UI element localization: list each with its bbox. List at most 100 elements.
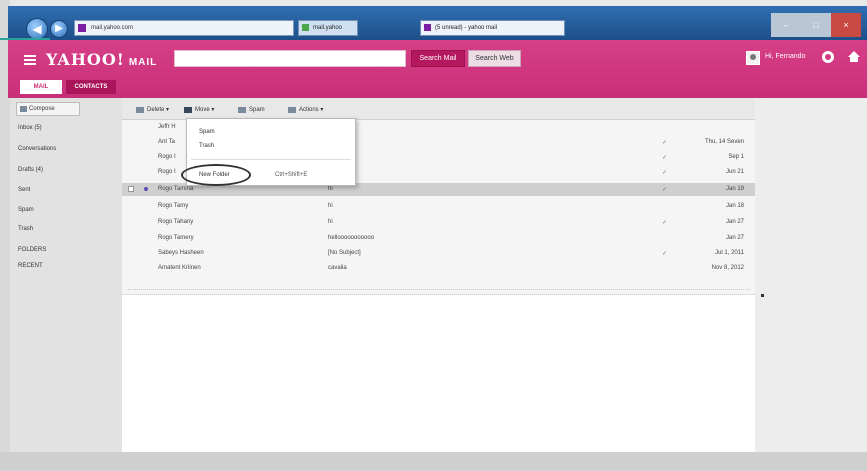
sidebar-item-trash[interactable]: Trash — [18, 226, 33, 232]
sidebar-item-sent[interactable]: Sent — [18, 187, 30, 193]
menu-item-trash[interactable]: Trash — [199, 143, 214, 149]
email-row[interactable]: Rogo Tahany hi ✓ Jan 27 — [122, 216, 755, 229]
tab-mail[interactable]: MAIL — [20, 80, 62, 94]
browser-tab-label: mail.yahoo — [313, 25, 343, 31]
sidebar-section-recent[interactable]: RECENT — [18, 263, 43, 269]
minimize-button[interactable]: – — [771, 13, 801, 37]
yahoo-tab-icon — [424, 24, 431, 31]
attachment-icon: ✓ — [662, 140, 668, 146]
move-label: Move — [195, 107, 210, 113]
email-subject: hellooooooooooo — [328, 235, 375, 241]
window-controls: – □ × — [771, 13, 861, 37]
email-row[interactable]: Sabeys Hasheen [No Subject] ✓ Jul 1, 201… — [122, 247, 755, 260]
delete-button[interactable]: Delete ▾ — [136, 104, 169, 116]
username[interactable]: Hi, Fernando — [765, 53, 805, 60]
address-text: mail.yahoo.com — [91, 25, 134, 31]
email-date: Jan 27 — [725, 219, 744, 225]
folder-icon — [184, 107, 192, 113]
mail-toolbar: Delete ▾ Move ▾ Spam Actions ▾ — [122, 98, 755, 120]
attachment-icon: ✓ — [662, 187, 668, 193]
attachment-icon: ✓ — [662, 155, 668, 161]
email-sender: Rogo Tamy — [158, 203, 189, 209]
email-sender: Ant Ta — [158, 139, 175, 145]
email-date: Jul 1, 2011 — [715, 250, 744, 256]
attachment-icon: ✓ — [662, 251, 668, 257]
unread-dot-icon — [144, 187, 148, 191]
screen: ◀ ▶ mail.yahoo.com mail.yahoo (5 unread)… — [0, 0, 867, 471]
email-subject: hi — [328, 219, 333, 225]
trash-icon — [136, 107, 144, 113]
browser-tab-2[interactable]: (5 unread) - yahoo mail — [420, 20, 565, 36]
compose-label: Compose — [29, 106, 55, 112]
sidebar-section-folders[interactable]: FOLDERS — [18, 247, 46, 253]
email-row[interactable]: Rogo Tamery hellooooooooooo Jan 27 — [122, 232, 755, 245]
actions-label: Actions — [299, 107, 319, 113]
photo-frame-bottom — [0, 452, 867, 471]
sidebar-item-conversations[interactable]: Conversations — [18, 146, 56, 152]
browser-tab-label: (5 unread) - yahoo mail — [435, 25, 498, 31]
delete-label: Delete — [147, 107, 165, 113]
spam-icon — [238, 107, 246, 113]
bullet-icon — [761, 294, 764, 297]
search-web-button[interactable]: Search Web — [468, 50, 521, 67]
email-date: Jun 21 — [725, 169, 744, 175]
home-icon[interactable] — [848, 51, 860, 62]
email-sender: Rogo Tamery — [158, 235, 194, 241]
spam-button[interactable]: Spam — [238, 104, 265, 116]
sidebar: Compose Inbox (5) Conversations Drafts (… — [10, 98, 122, 452]
search-input[interactable] — [174, 50, 406, 67]
compose-button[interactable]: Compose — [16, 102, 80, 116]
logo-suffix: MAIL — [128, 57, 158, 68]
email-date: Jan 18 — [725, 203, 744, 209]
menu-divider — [191, 159, 351, 160]
pencil-icon — [20, 106, 27, 112]
email-date: Sep 1 — [728, 154, 744, 160]
search-mail-button[interactable]: Search Mail — [411, 50, 465, 67]
email-row[interactable]: Rogo Tamy hi Jan 18 — [122, 200, 755, 213]
menu-item-spam[interactable]: Spam — [199, 129, 215, 135]
sidebar-item-drafts[interactable]: Drafts (4) — [18, 167, 43, 173]
tab-icon — [302, 24, 309, 31]
maximize-button[interactable]: □ — [801, 13, 831, 37]
yahoo-favicon-icon — [78, 24, 86, 32]
close-button[interactable]: × — [831, 13, 861, 37]
logo-text: YAHOO! — [46, 50, 125, 69]
email-sender: Jeffr H — [158, 124, 176, 130]
highlight-circle — [181, 164, 251, 186]
row-checkbox[interactable] — [128, 186, 134, 192]
avatar[interactable] — [746, 51, 760, 65]
email-date: Jan 19 — [725, 186, 744, 192]
spam-label: Spam — [249, 107, 265, 113]
email-date: Thu, 14 Seven — [704, 139, 744, 145]
email-row[interactable]: Amatent Kriinen cavalia Nov 8, 2012 — [122, 262, 755, 275]
email-date: Jan 27 — [725, 235, 744, 241]
back-arrow-icon[interactable]: ◀ — [26, 18, 48, 40]
email-sender: Rogo Tahany — [158, 219, 194, 225]
actions-icon — [288, 107, 296, 113]
email-subject: cavalia — [328, 265, 347, 271]
gear-icon[interactable] — [822, 51, 834, 63]
new-folder-shortcut: Ctrl+Shift+E — [275, 172, 308, 178]
sidebar-item-inbox[interactable]: Inbox (5) — [18, 125, 42, 131]
attachment-icon: ✓ — [662, 220, 668, 226]
attachment-icon: ✓ — [662, 170, 668, 176]
sidebar-item-spam[interactable]: Spam — [18, 207, 34, 213]
email-subject: [No Subject] — [328, 250, 361, 256]
forward-arrow-icon[interactable]: ▶ — [50, 20, 68, 38]
browser-tab-1[interactable]: mail.yahoo — [298, 20, 358, 36]
tab-contacts[interactable]: CONTACTS — [66, 80, 116, 94]
address-bar[interactable]: mail.yahoo.com — [74, 20, 294, 36]
browser-toolbar: ◀ ▶ mail.yahoo.com mail.yahoo (5 unread)… — [8, 6, 867, 40]
email-sender: Amatent Kriinen — [158, 265, 201, 271]
list-divider — [128, 289, 750, 292]
preview-pane — [122, 294, 755, 452]
yahoo-mail-logo[interactable]: YAHOO! MAIL — [46, 50, 157, 69]
email-subject: hi — [328, 203, 333, 209]
actions-button[interactable]: Actions ▾ — [288, 104, 323, 116]
menu-icon[interactable] — [24, 55, 36, 65]
mail-header: YAHOO! MAIL Search Mail Search Web Hi, Fe… — [8, 40, 867, 98]
email-sender: Sabeys Hasheen — [158, 250, 204, 256]
email-subject: hi — [328, 186, 333, 192]
move-button[interactable]: Move ▾ — [184, 104, 214, 116]
email-date: Nov 8, 2012 — [711, 265, 744, 271]
